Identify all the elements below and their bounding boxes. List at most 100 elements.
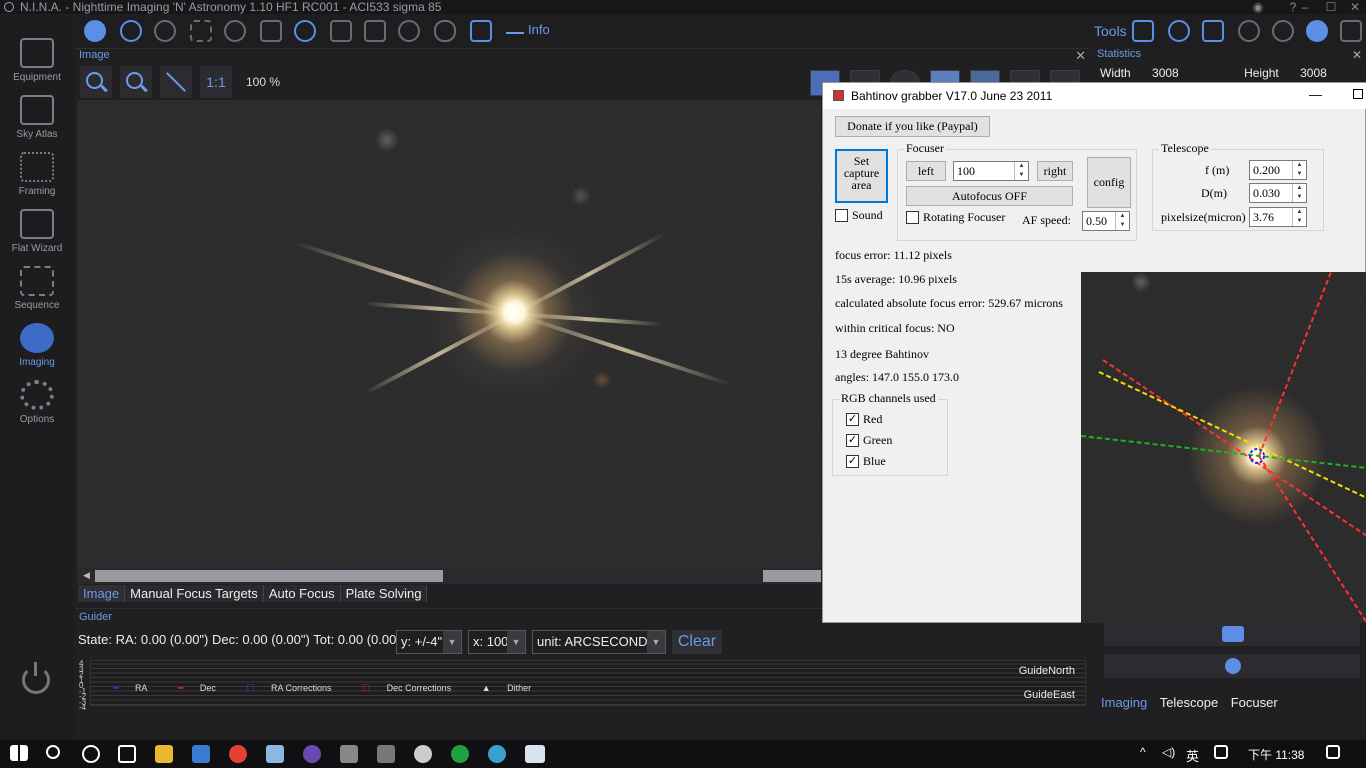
spinner-icon[interactable]: ▲ ▼ — [1292, 184, 1306, 202]
autofocus-button[interactable]: Autofocus OFF — [906, 186, 1073, 206]
tab-telescope[interactable]: Telescope — [1156, 695, 1223, 710]
set-capture-area-button[interactable]: Set capture area — [835, 149, 888, 203]
tab-focuser[interactable]: Focuser — [1227, 695, 1282, 710]
eye-icon[interactable]: ◉ — [1245, 0, 1271, 14]
x-scale-select[interactable]: x: 100 ▼ — [468, 630, 526, 654]
histogram-icon[interactable] — [470, 20, 492, 42]
sidebar-item-imaging[interactable]: Imaging — [0, 317, 74, 371]
tab-imaging[interactable]: Imaging — [1097, 695, 1151, 710]
app-icon[interactable] — [340, 745, 358, 763]
scrollbar-thumb[interactable] — [95, 570, 443, 582]
zoom-out-button[interactable] — [120, 66, 152, 98]
tab-image[interactable]: Image — [78, 585, 126, 602]
history-icon[interactable] — [1168, 20, 1190, 42]
sequence-list-icon[interactable] — [330, 20, 352, 42]
spinner-icon[interactable]: ▲ ▼ — [1014, 162, 1028, 180]
donate-button[interactable]: Donate if you like (Paypal) — [835, 116, 990, 137]
chevron-up-icon[interactable]: ^ — [1140, 745, 1154, 763]
sidebar-item-options[interactable]: Options — [0, 374, 74, 428]
pixelsize-input[interactable]: 3.76 ▲ ▼ — [1249, 207, 1307, 227]
red-checkbox[interactable]: ✓ — [846, 413, 859, 426]
file-explorer-icon[interactable] — [155, 745, 173, 763]
d-input[interactable]: 0.030 ▲ ▼ — [1249, 183, 1307, 203]
scrollbar-thumb[interactable] — [763, 570, 821, 582]
cortana-icon[interactable] — [82, 745, 100, 763]
tool-af-icon[interactable] — [1272, 20, 1294, 42]
switch-icon[interactable] — [364, 20, 386, 42]
task-view-icon[interactable] — [118, 745, 136, 763]
guider-icon[interactable] — [294, 20, 316, 42]
clock[interactable]: 下午 11:38 — [1248, 746, 1304, 763]
star-icon[interactable] — [1306, 20, 1328, 42]
config-button[interactable]: config — [1087, 157, 1131, 208]
rotator-icon[interactable] — [224, 20, 246, 42]
bulb-icon[interactable] — [398, 20, 420, 42]
maximize-button[interactable] — [1353, 89, 1363, 99]
rotating-focuser-checkbox[interactable] — [906, 211, 919, 224]
spinner-icon[interactable]: ▲ ▼ — [1115, 212, 1129, 230]
y-scale-select[interactable]: y: +/-4" ▼ — [396, 630, 462, 654]
unit-select[interactable]: unit: ARCSECONDS ▼ — [532, 630, 666, 654]
tab-plate-solving[interactable]: Plate Solving — [340, 585, 428, 602]
telescope-icon[interactable] — [260, 20, 282, 42]
ime-indicator[interactable]: 英 — [1186, 746, 1199, 765]
stellarium-icon[interactable] — [303, 745, 321, 763]
tool-polar-icon[interactable] — [1132, 20, 1154, 42]
blue-checkbox[interactable]: ✓ — [846, 455, 859, 468]
minimize-button[interactable]: — — [1309, 87, 1322, 102]
tab-manual-focus-targets[interactable]: Manual Focus Targets — [125, 585, 264, 602]
volume-icon[interactable]: ◁) — [1162, 745, 1178, 763]
notification-icon[interactable] — [1326, 745, 1340, 759]
image-viewer[interactable] — [77, 100, 821, 568]
focus-left-button[interactable]: left — [906, 161, 946, 181]
search-icon[interactable] — [46, 745, 60, 759]
tool-target-icon[interactable] — [1238, 20, 1260, 42]
sidebar-item-flat-wizard[interactable]: Flat Wizard — [0, 203, 74, 257]
shutter-icon[interactable] — [120, 20, 142, 42]
statistics-close-icon[interactable]: ✕ — [1352, 48, 1362, 62]
sidebar-item-sky-atlas[interactable]: Sky Atlas — [0, 89, 74, 143]
bahtinov-app-icon[interactable] — [525, 745, 545, 763]
f-input[interactable]: 0.200 ▲ ▼ — [1249, 160, 1307, 180]
spinner-icon[interactable]: ▲ ▼ — [1292, 161, 1306, 179]
power-icon[interactable] — [22, 662, 50, 694]
keyboard-icon[interactable] — [1214, 745, 1228, 759]
info-button[interactable]: Info — [506, 22, 550, 37]
focus-right-button[interactable]: right — [1037, 161, 1073, 181]
start-icon[interactable] — [10, 745, 28, 761]
focus-frame-icon[interactable] — [190, 20, 212, 42]
minimize-button[interactable]: – — [1292, 0, 1318, 14]
zoom-one-to-one-button[interactable]: 1:1 — [200, 66, 232, 98]
tab-auto-focus[interactable]: Auto Focus — [263, 585, 341, 602]
maximize-button[interactable]: ☐ — [1318, 0, 1344, 14]
sound-checkbox[interactable] — [835, 209, 848, 222]
green-checkbox[interactable]: ✓ — [846, 434, 859, 447]
telescope-app-icon[interactable] — [377, 745, 395, 763]
capture-button[interactable] — [1104, 654, 1360, 678]
sidebar-item-equipment[interactable]: Equipment — [0, 32, 74, 86]
scroll-left-icon[interactable]: ◀ — [83, 570, 90, 581]
close-button[interactable]: ✕ — [1342, 0, 1366, 14]
filter-wheel-icon[interactable] — [154, 20, 176, 42]
camera-icon[interactable] — [84, 20, 106, 42]
focus-step-input[interactable]: 100 ▲ ▼ — [953, 161, 1029, 181]
app-icon[interactable] — [414, 745, 432, 763]
sidebar-item-sequence[interactable]: Sequence — [0, 260, 74, 314]
phd2-icon[interactable] — [451, 745, 469, 763]
weather-icon[interactable] — [434, 20, 456, 42]
app-icon[interactable] — [192, 745, 210, 763]
chrome-icon[interactable] — [229, 745, 247, 763]
capture-video-button[interactable] — [1104, 622, 1360, 646]
tool-frame-icon[interactable] — [1202, 20, 1224, 42]
clear-button[interactable]: Clear — [672, 630, 722, 654]
af-speed-input[interactable]: 0.50 ▲ ▼ — [1082, 211, 1130, 231]
spinner-icon[interactable]: ▲ ▼ — [1292, 208, 1306, 226]
zoom-in-button[interactable] — [80, 66, 112, 98]
sidebar-item-framing[interactable]: Framing — [0, 146, 74, 200]
notepad-icon[interactable] — [266, 745, 284, 763]
fit-button[interactable] — [160, 66, 192, 98]
image-horizontal-scrollbar[interactable]: ◀ — [77, 568, 821, 584]
calculator-icon[interactable] — [1340, 20, 1362, 42]
nina-app-icon[interactable] — [488, 745, 506, 763]
bahtinov-captured-image[interactable] — [1081, 272, 1366, 623]
